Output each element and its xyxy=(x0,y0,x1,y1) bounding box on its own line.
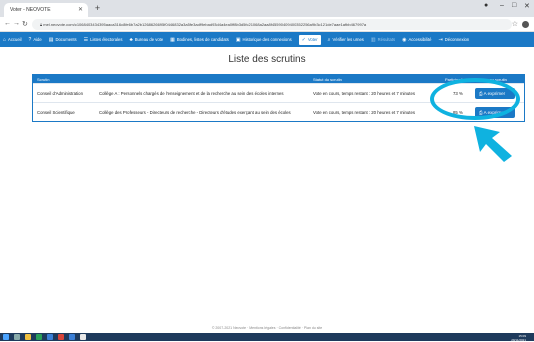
maximize-icon[interactable]: □ xyxy=(512,2,516,9)
menu-icon: ⌂ xyxy=(3,36,7,43)
clock-date: 29/11/2021 xyxy=(511,338,526,342)
app-icon[interactable] xyxy=(47,334,53,340)
forward-icon[interactable]: → xyxy=(13,20,20,27)
menu-item-3[interactable]: ☰ Listes électorales xyxy=(84,37,123,43)
menu-icon: ◉ xyxy=(402,36,407,43)
windows-start-icon[interactable] xyxy=(3,334,9,340)
menu-item-label: Listes électorales xyxy=(90,37,123,42)
menu-item-11[interactable]: ⇥ Déconnexion xyxy=(439,37,470,43)
page-title: Liste des scrutins xyxy=(228,54,306,65)
app-icon[interactable] xyxy=(58,334,64,340)
menu-item-label: Déconnexion xyxy=(444,37,470,42)
menu-icon: ⌕ xyxy=(327,36,331,43)
college: Collège des Professeurs - Directeurs de … xyxy=(99,110,291,115)
close-window-icon[interactable]: ✕ xyxy=(524,2,530,10)
menu-item-label: Accessibilité xyxy=(408,37,432,42)
url-text: mel.neovote.com/c1068403434395aaca316c8f… xyxy=(43,22,367,27)
tab-title: Voter - NEOVOTE xyxy=(10,7,51,13)
url-field[interactable]: 🔒︎ mel.neovote.com/c1068403434395aaca316… xyxy=(32,19,512,30)
menu-item-2[interactable]: ▤ Documents xyxy=(49,37,77,43)
app-icon[interactable] xyxy=(36,334,42,340)
new-tab-button[interactable]: + xyxy=(92,3,103,14)
menu-icon: ⇥ xyxy=(438,36,443,43)
menu-item-label: Bureau de vote xyxy=(134,37,164,42)
main-menu: ⌂ Accueil? Aide ▤ Documents ☰ Listes électoral… xyxy=(0,32,534,47)
menu-icon: ✓ xyxy=(301,36,306,43)
reload-icon[interactable]: ↻ xyxy=(22,20,28,28)
menu-item-6[interactable]: ▣ Historique des connexions xyxy=(236,37,292,43)
browser-tab[interactable]: Voter - NEOVOTE ✕ xyxy=(4,3,88,17)
minimize-icon[interactable]: – xyxy=(500,2,504,9)
menu-item-label: Bodines, listes de candidats xyxy=(176,37,229,42)
menu-icon: ☰ xyxy=(83,36,89,43)
menu-item-0[interactable]: ⌂ Accueil xyxy=(3,37,22,43)
menu-icon: ▤ xyxy=(48,36,54,43)
footer: © 2007-2021 Neovote · Mentions légales ·… xyxy=(211,326,323,330)
menu-item-4[interactable]: ♣ Bureau de vote xyxy=(129,37,163,43)
menu-icon: ? xyxy=(28,36,32,43)
menu-icon: ♣ xyxy=(129,36,133,43)
scrutin-name: Conseil d'Administration xyxy=(37,91,83,96)
chrome-icon[interactable] xyxy=(80,334,86,340)
menu-icon: ▣ xyxy=(235,36,241,43)
file-explorer-icon[interactable] xyxy=(25,334,31,340)
address-bar: ← → ↻ 🔒︎ mel.neovote.com/c1068403434395a… xyxy=(0,17,534,32)
bookmark-star-icon[interactable]: ☆ xyxy=(512,20,518,28)
menu-item-label: Historique des connexions xyxy=(242,37,292,42)
menu-item-label: Aide xyxy=(33,37,42,42)
menu-item-5[interactable]: ▦ Bodines, listes de candidats xyxy=(170,37,229,43)
menu-icon: ▥ xyxy=(370,36,376,43)
app-icon[interactable] xyxy=(69,334,75,340)
menu-icon: ▦ xyxy=(170,36,175,43)
close-tab-icon[interactable]: ✕ xyxy=(78,6,83,13)
back-icon[interactable]: ← xyxy=(4,20,11,27)
highlight-circle xyxy=(430,78,520,120)
header-scrutin: Scrutin xyxy=(37,77,50,82)
extension-icon[interactable]: ● xyxy=(484,2,488,9)
pointer-arrow-icon xyxy=(474,126,512,162)
profile-avatar[interactable] xyxy=(522,21,529,28)
menu-item-label: Accueil xyxy=(8,37,22,42)
college: Collège A : Personnels chargés de l'ense… xyxy=(99,91,284,96)
menu-item-label: Résultats xyxy=(377,37,396,42)
status: Vote en cours, temps restant : 20 heures… xyxy=(313,110,415,115)
browser-tab-bar: Voter - NEOVOTE ✕ + ● – □ ✕ xyxy=(0,0,534,17)
menu-item-label: Documents xyxy=(55,37,77,42)
menu-item-9[interactable]: ▥ Résultats xyxy=(371,37,395,43)
scrutin-name: Conseil Scientifique xyxy=(37,110,75,115)
taskbar: 15:09 29/11/2021 xyxy=(0,333,534,342)
menu-item-8[interactable]: ⌕ Vérifier les urnes xyxy=(328,37,364,43)
menu-item-label: Voter xyxy=(307,37,318,42)
menu-item-10[interactable]: ◉ Accessibilité xyxy=(402,37,431,43)
header-statut: Statut du scrutin xyxy=(313,77,342,82)
search-icon[interactable] xyxy=(14,334,20,340)
menu-item-7[interactable]: ✓ Voter xyxy=(298,34,321,45)
status: Vote en cours, temps restant : 20 heures… xyxy=(313,91,415,96)
menu-item-1[interactable]: ? Aide xyxy=(29,37,42,43)
menu-item-label: Vérifier les urnes xyxy=(332,37,364,42)
